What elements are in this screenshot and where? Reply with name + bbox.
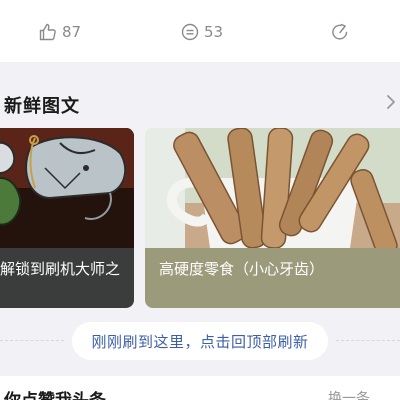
card-image <box>0 128 134 248</box>
bottom-section: 你点赞我头条 换一条 <box>0 376 400 400</box>
fresh-articles-section: 新鲜图文 <box>0 86 400 120</box>
share-button[interactable] <box>330 20 350 44</box>
like-button[interactable]: 87 <box>38 20 81 44</box>
comment-button[interactable]: 53 <box>180 20 223 44</box>
divider <box>0 340 64 341</box>
like-count: 87 <box>62 23 82 41</box>
card-caption: 解锁到刷机大师之 <box>0 248 134 308</box>
article-action-bar: 87 53 <box>0 0 400 62</box>
refresh-button[interactable]: 刚刚刷到这里，点击回顶部刷新 <box>72 322 328 360</box>
section-title: 新鲜图文 <box>4 96 80 117</box>
article-card[interactable]: 高硬度零食（小心牙齿） <box>145 128 400 308</box>
comment-count: 53 <box>204 23 224 41</box>
share-icon <box>330 22 350 42</box>
divider <box>336 340 400 341</box>
card-caption: 高硬度零食（小心牙齿） <box>145 248 400 308</box>
bottom-section-title: 你点赞我头条 <box>4 386 106 400</box>
section-more-button[interactable] <box>384 92 400 112</box>
change-button[interactable]: 换一条 <box>328 388 370 400</box>
thumbs-up-icon <box>38 22 58 42</box>
article-card[interactable]: 解锁到刷机大师之 <box>0 128 134 308</box>
chevron-right-icon <box>384 92 400 112</box>
card-image <box>145 128 400 257</box>
comment-icon <box>180 22 200 42</box>
